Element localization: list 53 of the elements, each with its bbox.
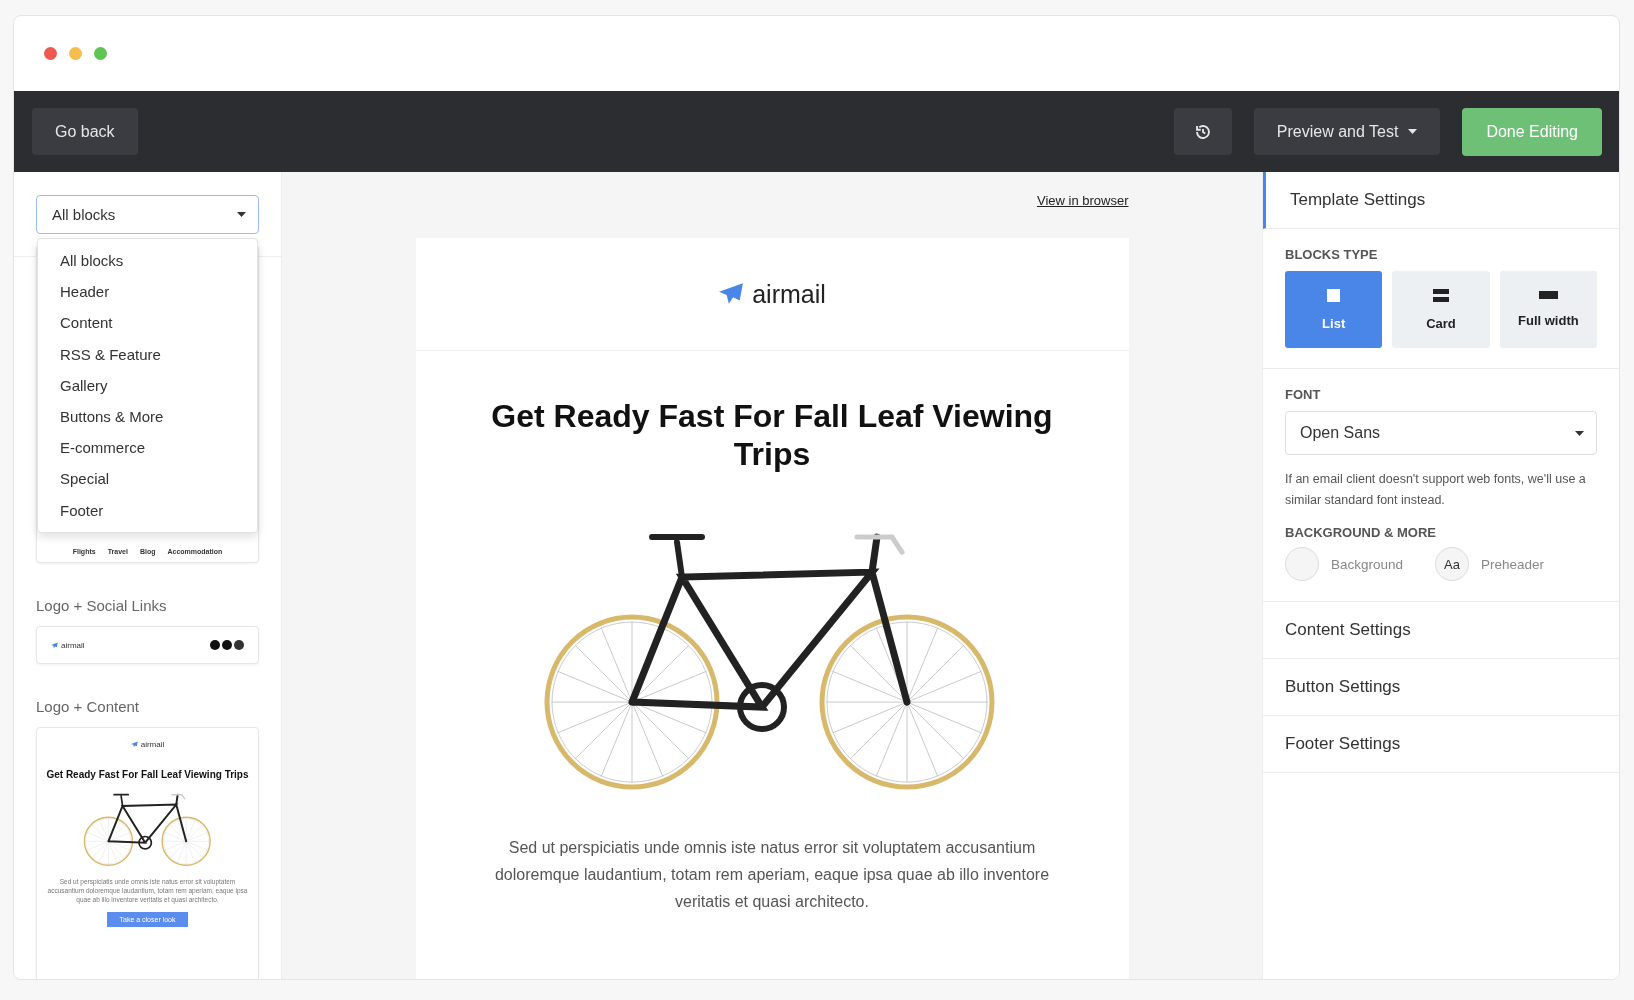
section-label: FONT — [1285, 387, 1322, 402]
stacked-bars-icon — [1433, 288, 1449, 302]
settings-panel-header[interactable]: Footer Settings — [1263, 716, 1619, 773]
square-icon — [1327, 288, 1341, 302]
menu-item[interactable]: Buttons & More — [38, 400, 257, 433]
menu-item[interactable]: Gallery — [38, 369, 257, 401]
swatch-label: Background — [1331, 556, 1404, 572]
view-in-browser-link[interactable]: View in browser — [1036, 193, 1129, 209]
block-type-option[interactable]: Card — [1392, 271, 1490, 348]
settings-panel-header[interactable]: Template Settings — [1263, 172, 1619, 229]
menu-item[interactable]: Footer — [38, 494, 257, 526]
close-icon[interactable] — [44, 47, 57, 60]
menu-item[interactable]: Header — [38, 276, 257, 308]
minimize-icon[interactable] — [69, 47, 82, 60]
logo-text: airmail — [752, 279, 826, 309]
block-type-option[interactable]: List — [1285, 271, 1383, 348]
wide-bar-icon — [1538, 291, 1558, 299]
history-button[interactable] — [1173, 108, 1232, 155]
paper-plane-icon — [51, 641, 58, 649]
back-button[interactable]: Go back — [32, 108, 138, 155]
social-icons — [210, 640, 244, 650]
email-paragraph: Sed ut perspiciatis unde omnis iste natus error sit voluptatem accusantium doloremque laudantium, totam rem aperiam, eaque ipsa quae ab illo inventore veritatis et quasi architecto. — [493, 838, 1051, 913]
block-thumbnail[interactable]: airmail — [36, 626, 259, 664]
swatch-label: Preheader — [1481, 556, 1545, 572]
block-thumbnail[interactable] — [36, 727, 259, 979]
thumbnail-heading: Get Ready Fast For Fall Leaf Viewing Trips — [46, 769, 249, 781]
email-heading: Get Ready Fast For Fall Leaf Viewing Trips — [490, 397, 1054, 473]
caret-icon — [237, 212, 246, 217]
caret-icon — [1575, 430, 1584, 436]
menu-item[interactable]: Special — [38, 463, 257, 495]
block-type-option[interactable]: Full width — [1499, 271, 1597, 348]
section-label: BLOCKS TYPE — [1285, 247, 1379, 262]
font-hint: If an email client doesn't support web fonts, we'll use a similar standard font instead. — [1285, 471, 1587, 509]
preheader-swatch[interactable]: Aa — [1435, 547, 1470, 581]
logo-text: airmail — [61, 640, 85, 650]
history-icon — [1193, 122, 1212, 141]
block-filter-select[interactable]: All blocks — [36, 195, 259, 234]
color-swatch[interactable] — [1285, 547, 1319, 581]
maximize-icon[interactable] — [94, 47, 107, 60]
preview-button[interactable]: Preview and Test — [1253, 108, 1441, 155]
section-label: BACKGROUND & MORE — [1285, 525, 1437, 540]
menu-item[interactable]: All blocks — [38, 245, 257, 277]
settings-panel-header[interactable]: Button Settings — [1263, 659, 1619, 716]
paper-plane-icon — [130, 741, 138, 748]
menu-item[interactable]: Content — [38, 307, 257, 339]
caret-icon — [1408, 129, 1418, 134]
block-title: Logo + Content — [36, 698, 140, 715]
menu-item[interactable]: RSS & Feature — [38, 338, 257, 370]
logo-text: airmail — [140, 740, 165, 749]
settings-panel-header[interactable]: Content Settings — [1263, 602, 1619, 659]
font-select[interactable]: Open Sans — [1285, 411, 1597, 455]
block-title: Logo + Social Links — [36, 597, 168, 614]
menu-item[interactable]: E-commerce — [38, 432, 257, 464]
